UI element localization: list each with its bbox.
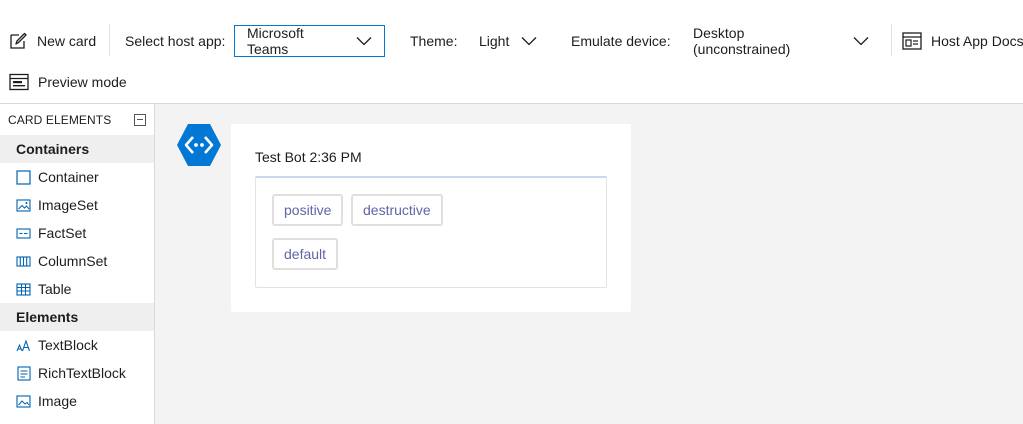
docs-icon — [902, 31, 922, 51]
host-app-label: Select host app: — [125, 22, 225, 60]
theme-label: Theme: — [410, 22, 457, 60]
toolbar: New card Select host app: Microsoft Team… — [0, 0, 1023, 104]
device-select[interactable]: Desktop (unconstrained) — [680, 25, 882, 57]
palette-item-factset[interactable]: FactSet — [0, 219, 154, 247]
host-app-docs-button[interactable]: Host App Docs — [902, 22, 1023, 60]
card-elements-title: CARD ELEMENTS — [8, 112, 112, 127]
category-containers: Containers — [0, 135, 154, 163]
preview-mode-label: Preview mode — [38, 74, 127, 90]
theme-select[interactable]: Light — [466, 25, 546, 57]
palette-item-label: Container — [38, 169, 99, 185]
palette-item-label: RichTextBlock — [38, 365, 126, 381]
image-icon — [16, 394, 31, 409]
adaptive-card: positive destructive default — [255, 176, 607, 288]
collapse-icon[interactable] — [134, 113, 146, 126]
palette-item-richtextblock[interactable]: RichTextBlock — [0, 359, 154, 387]
palette-item-label: ImageSet — [38, 197, 98, 213]
card-elements-header: CARD ELEMENTS — [0, 104, 154, 135]
preview-mode-button[interactable]: Preview mode — [9, 66, 127, 98]
category-elements: Elements — [0, 303, 154, 331]
palette-item-imageset[interactable]: ImageSet — [0, 191, 154, 219]
message-card: Test Bot 2:36 PM positive destructive de… — [231, 124, 631, 312]
imageset-icon — [16, 198, 31, 213]
host-app-value: Microsoft Teams — [247, 25, 304, 57]
palette-item-textblock[interactable]: TextBlock — [0, 331, 154, 359]
host-app-label-text: Select host app: — [125, 33, 226, 49]
container-icon — [16, 169, 31, 185]
device-label: Emulate device: — [571, 22, 671, 60]
palette-item-table[interactable]: Table — [0, 275, 154, 303]
card-preview-canvas: Test Bot 2:36 PM positive destructive de… — [156, 104, 1023, 424]
richtextblock-icon — [16, 365, 31, 381]
palette-item-label: Table — [38, 281, 72, 297]
theme-label-text: Theme: — [410, 33, 458, 49]
toolbar-row-main: New card Select host app: Microsoft Team… — [0, 22, 1023, 60]
message-header: Test Bot 2:36 PM — [255, 149, 362, 165]
device-label-text: Emulate device: — [571, 33, 671, 49]
bot-avatar-icon — [176, 122, 222, 168]
palette-item-label: ColumnSet — [38, 253, 108, 269]
new-card-button[interactable]: New card — [8, 22, 96, 60]
palette-item-image[interactable]: Image — [0, 387, 154, 415]
action-positive-button[interactable]: positive — [272, 194, 344, 226]
chevron-down-icon — [853, 36, 869, 46]
textblock-icon — [16, 338, 31, 353]
palette-item-label: FactSet — [38, 225, 87, 241]
factset-icon — [16, 226, 31, 241]
palette-item-container[interactable]: Container — [0, 163, 154, 191]
columnset-icon — [16, 254, 31, 269]
toolbar-divider — [109, 24, 110, 56]
action-destructive-button[interactable]: destructive — [351, 194, 443, 226]
table-icon — [16, 282, 31, 297]
chevron-down-icon — [521, 36, 537, 46]
palette-item-label: Image — [38, 393, 77, 409]
palette-item-label: TextBlock — [38, 337, 98, 353]
preview-icon — [9, 72, 29, 92]
toolbar-divider — [891, 24, 892, 56]
edit-icon — [8, 31, 28, 51]
chevron-down-icon — [356, 36, 372, 46]
device-value: Desktop (unconstrained) — [693, 25, 791, 57]
action-default-button[interactable]: default — [272, 238, 339, 270]
host-app-docs-label: Host App Docs — [931, 33, 1023, 49]
host-app-select[interactable]: Microsoft Teams — [234, 25, 385, 57]
card-elements-panel: CARD ELEMENTS Containers Container Image… — [0, 104, 155, 424]
toolbar-row-secondary: Preview mode — [0, 66, 1023, 98]
theme-value: Light — [479, 33, 510, 49]
palette-item-columnset[interactable]: ColumnSet — [0, 247, 154, 275]
new-card-label: New card — [37, 33, 97, 49]
